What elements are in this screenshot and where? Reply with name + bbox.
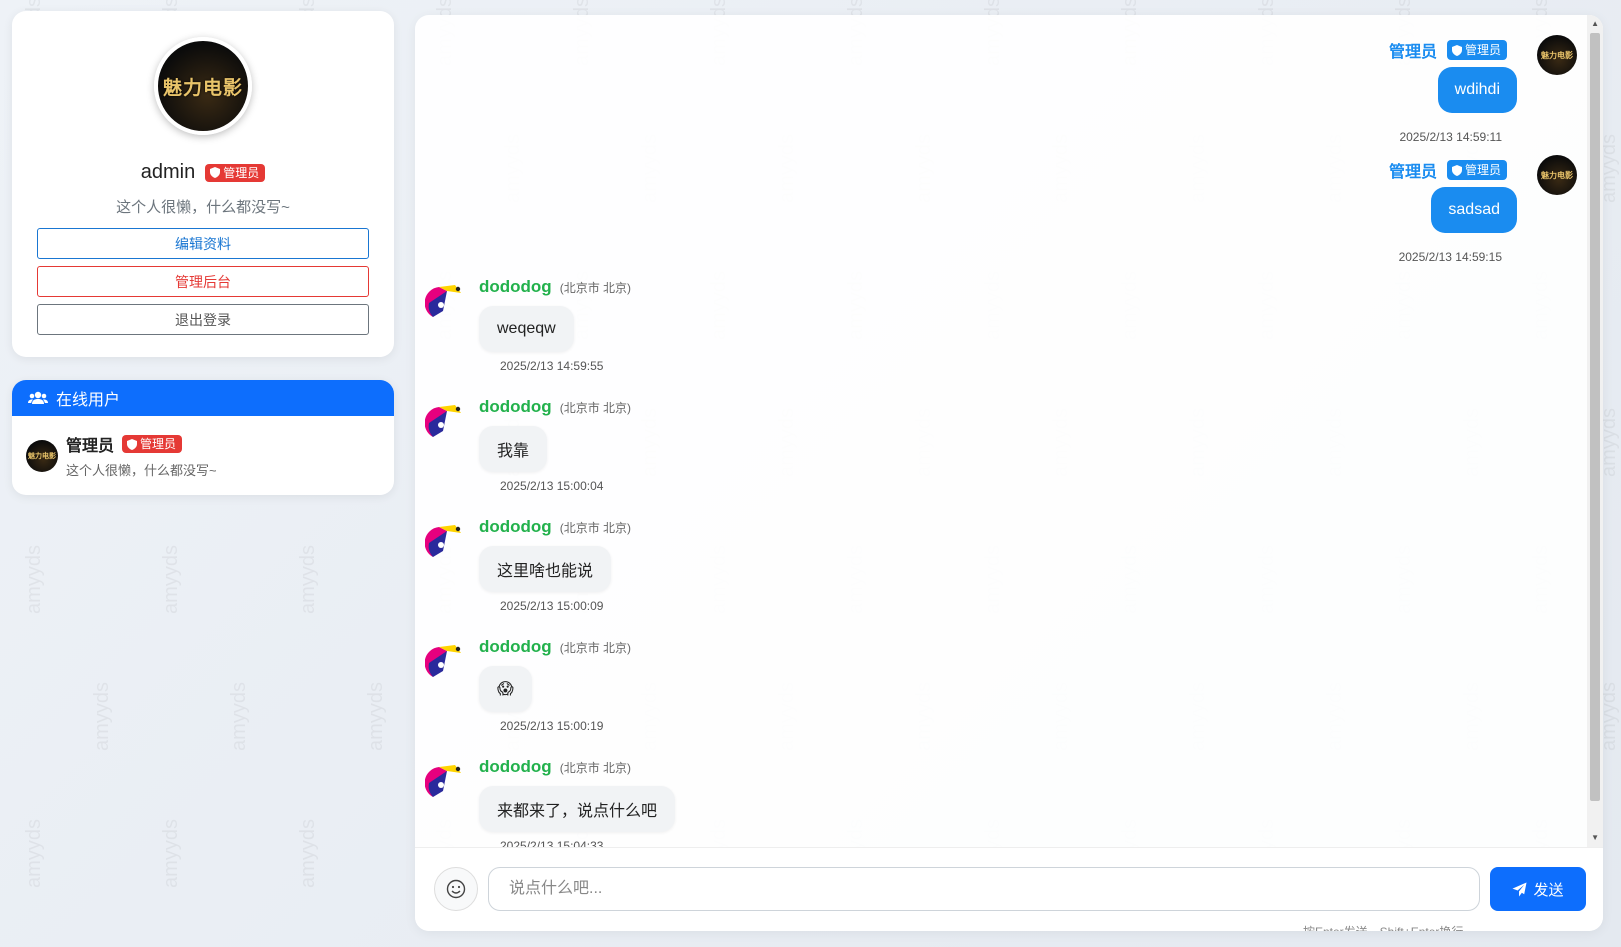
- chameleon-avatar-icon[interactable]: [425, 757, 467, 799]
- admin-badge: 管理员: [1446, 160, 1507, 180]
- watermark-text: amyyds: [22, 545, 45, 614]
- users-icon: [28, 391, 48, 404]
- admin-badge: 管理员: [1446, 40, 1507, 60]
- message-location: (北京市 北京): [559, 641, 632, 655]
- avatar[interactable]: 魅力电影: [1537, 155, 1577, 195]
- watermark-text: amyyds: [22, 819, 45, 888]
- send-button[interactable]: 发送: [1490, 867, 1586, 911]
- watermark-text: amyyds: [364, 682, 387, 751]
- watermark-text: amyyds: [159, 545, 182, 614]
- online-users-header: 在线用户: [12, 380, 394, 416]
- watermark-text: amyyds: [296, 819, 319, 888]
- message-bubble: 这里啥也能说: [479, 546, 612, 592]
- shield-icon: [127, 438, 138, 450]
- message-item: dododog (北京市 北京) 这里啥也能说 2025/2/13 15:00:…: [425, 517, 925, 617]
- online-user-item[interactable]: 魅力电影 管理员 管理员 这个人很懒，什么都没写~: [26, 432, 217, 479]
- message-username[interactable]: dododog: [479, 397, 552, 417]
- chameleon-avatar-icon[interactable]: [425, 637, 467, 679]
- message-bubble: 😱: [479, 666, 532, 712]
- online-users-title: 在线用户: [56, 392, 121, 409]
- chat-panel: 管理员 管理员 魅力电影 wdihdi 2025/2/13 14:59:11 管…: [415, 15, 1603, 931]
- message-location: (北京市 北京): [559, 521, 632, 535]
- profile-bio: 这个人很懒，什么都没写~: [116, 199, 290, 216]
- send-button-label: 发送: [1533, 881, 1564, 899]
- message-username[interactable]: 管理员: [1389, 38, 1437, 62]
- admin-badge-label: 管理员: [1464, 163, 1501, 177]
- message-timestamp: 2025/2/13 14:59:55: [500, 359, 604, 373]
- chameleon-avatar-icon[interactable]: [425, 277, 467, 319]
- admin-badge: 管理员: [122, 435, 183, 453]
- message-timestamp: 2025/2/13 15:04:33: [500, 839, 604, 847]
- message-item: dododog (北京市 北京) weqeqw 2025/2/13 14:59:…: [425, 277, 925, 377]
- online-user-name: 管理员: [66, 438, 115, 455]
- avatar-text: 魅力电影: [162, 76, 243, 99]
- message-username[interactable]: dododog: [479, 757, 552, 777]
- message-bubble: weqeqw: [479, 306, 574, 352]
- admin-panel-button[interactable]: 管理后台: [37, 266, 369, 297]
- scroll-down-icon[interactable]: ▼: [1591, 833, 1599, 842]
- smiley-icon: [446, 879, 466, 899]
- edit-profile-button[interactable]: 编辑资料: [37, 228, 369, 259]
- admin-badge-label: 管理员: [140, 437, 177, 451]
- message-bubble: 来都来了，说点什么吧: [479, 786, 676, 832]
- composer-hint: 按Enter发送，Shift+Enter换行: [1303, 923, 1463, 931]
- message-bubble: 我靠: [479, 426, 548, 472]
- message-list[interactable]: 管理员 管理员 魅力电影 wdihdi 2025/2/13 14:59:11 管…: [415, 15, 1587, 847]
- message-input[interactable]: [488, 867, 1480, 911]
- admin-badge-label: 管理员: [223, 165, 260, 180]
- watermark-text: amyyds: [90, 682, 113, 751]
- admin-badge-label: 管理员: [1464, 43, 1501, 57]
- message-username[interactable]: dododog: [479, 637, 552, 657]
- message-username[interactable]: dododog: [479, 517, 552, 537]
- avatar[interactable]: 魅力电影: [1537, 35, 1577, 75]
- logout-button[interactable]: 退出登录: [37, 304, 369, 335]
- message-location: (北京市 北京): [559, 401, 632, 415]
- avatar: 魅力电影: [26, 440, 58, 472]
- online-user-bio: 这个人很懒，什么都没写~: [66, 463, 217, 478]
- chameleon-avatar-icon[interactable]: [425, 397, 467, 439]
- composer-bar: 发送 按Enter发送，Shift+Enter换行: [415, 847, 1603, 931]
- message-location: (北京市 北京): [559, 761, 632, 775]
- message-timestamp: 2025/2/13 15:00:04: [500, 479, 604, 493]
- watermark-text: amyyds: [227, 682, 250, 751]
- message-item: dododog (北京市 北京) 😱 2025/2/13 15:00:19: [425, 637, 925, 737]
- message-item: dododog (北京市 北京) 来都来了，说点什么吧 2025/2/13 15…: [425, 757, 925, 847]
- admin-badge: 管理员: [205, 163, 266, 182]
- message-timestamp: 2025/2/13 15:00:09: [500, 599, 604, 613]
- online-users-card: 在线用户 魅力电影 管理员 管理员 这个人很懒，什么都没写~: [12, 380, 394, 495]
- message-location: (北京市 北京): [559, 281, 632, 295]
- emoji-button[interactable]: [434, 867, 478, 911]
- message-scrollbar[interactable]: ▲ ▼: [1587, 15, 1603, 847]
- profile-name-row: admin 管理员: [12, 161, 394, 184]
- profile-name: admin: [140, 161, 196, 183]
- message-timestamp: 2025/2/13 14:59:11: [1399, 130, 1502, 144]
- message-bubble: sadsad: [1431, 187, 1517, 233]
- chameleon-avatar-icon[interactable]: [425, 517, 467, 559]
- profile-card: 魅力电影 admin 管理员 这个人很懒，什么都没写~ 编辑资料 管理后台 退出…: [12, 11, 394, 357]
- avatar-text: 魅力电影: [1541, 49, 1573, 60]
- message-username[interactable]: 管理员: [1389, 158, 1437, 182]
- message-item: 管理员 管理员 魅力电影 wdihdi 2025/2/13 14:59:11: [1177, 35, 1577, 145]
- message-timestamp: 2025/2/13 15:00:19: [500, 719, 604, 733]
- shield-icon: [1451, 44, 1462, 56]
- watermark-text: amyyds: [296, 545, 319, 614]
- shield-icon: [210, 167, 221, 178]
- shield-icon: [1451, 164, 1462, 176]
- avatar-text: 魅力电影: [28, 451, 56, 460]
- message-timestamp: 2025/2/13 14:59:15: [1398, 250, 1502, 264]
- message-bubble: wdihdi: [1437, 67, 1517, 113]
- profile-avatar[interactable]: 魅力电影: [154, 37, 252, 135]
- scrollbar-thumb[interactable]: [1590, 33, 1600, 801]
- watermark-text: amyyds: [159, 819, 182, 888]
- message-username[interactable]: dododog: [479, 277, 552, 297]
- message-item: 管理员 管理员 魅力电影 sadsad 2025/2/13 14:59:15: [1177, 155, 1577, 265]
- paper-plane-icon: [1512, 881, 1528, 897]
- scroll-up-icon[interactable]: ▲: [1591, 19, 1599, 28]
- avatar-text: 魅力电影: [1541, 169, 1573, 180]
- message-item: dododog (北京市 北京) 我靠 2025/2/13 15:00:04: [425, 397, 925, 497]
